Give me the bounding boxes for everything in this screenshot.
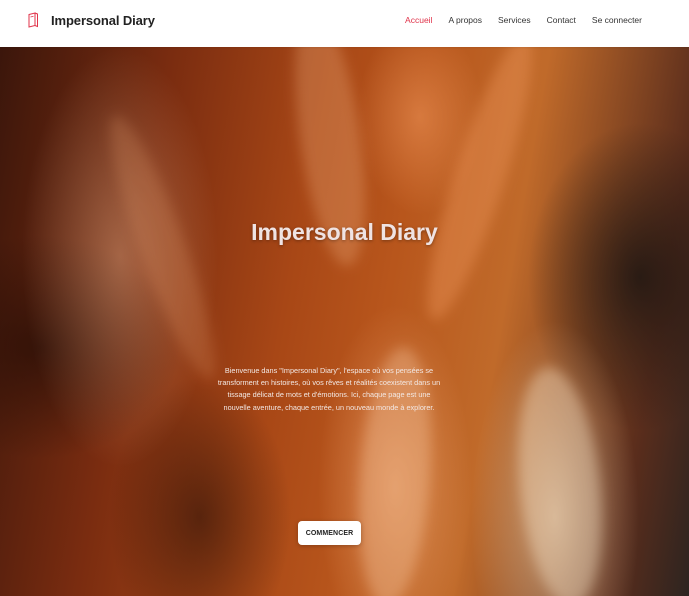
hero-section: Impersonal Diary Bienvenue dans "Imperso… xyxy=(0,47,689,596)
nav-link-contact[interactable]: Contact xyxy=(547,14,576,26)
nav-link-accueil[interactable]: Accueil xyxy=(405,14,432,26)
hero-title: Impersonal Diary xyxy=(251,219,438,245)
brand-link[interactable]: Impersonal Diary xyxy=(27,11,155,29)
nav-link-services[interactable]: Services xyxy=(498,14,531,26)
brand-name: Impersonal Diary xyxy=(51,12,155,28)
main-nav: Accueil A propos Services Contact Se con… xyxy=(405,14,642,26)
light-streak xyxy=(409,47,551,328)
light-streak xyxy=(93,107,232,387)
book-icon xyxy=(28,12,38,28)
light-streak xyxy=(507,363,613,596)
hero-description: Bienvenue dans "Impersonal Diary", l'esp… xyxy=(217,366,441,412)
nav-link-a-propos[interactable]: A propos xyxy=(448,14,482,26)
top-navbar: Impersonal Diary Accueil A propos Servic… xyxy=(0,0,689,47)
start-button[interactable]: COMMENCER xyxy=(298,521,361,545)
nav-link-se-connecter[interactable]: Se connecter xyxy=(592,14,642,26)
